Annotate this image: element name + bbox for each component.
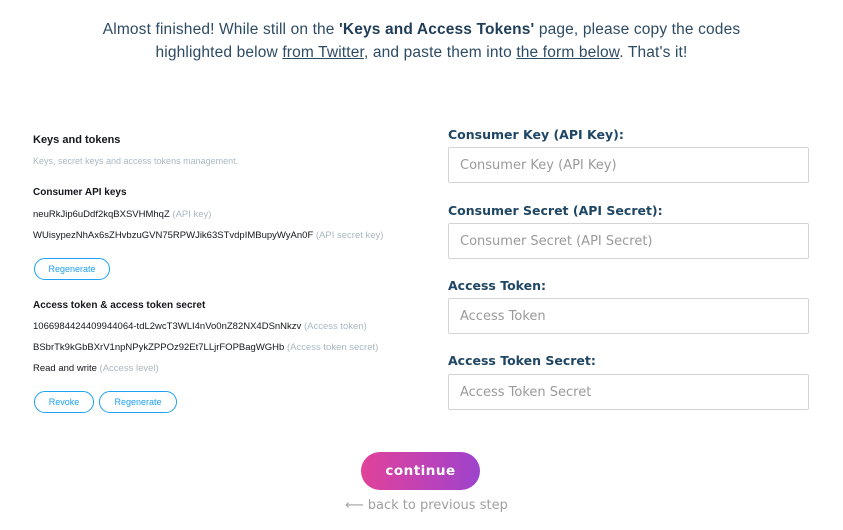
regenerate-access-button[interactable]: Regenerate	[99, 391, 177, 413]
continue-button[interactable]: continue	[361, 452, 480, 490]
the-form-below-link[interactable]: the form below	[516, 44, 619, 61]
api-key-value: neuRkJip6uDdf2kqBXSVHMhqZ	[33, 209, 170, 220]
api-key-note: (API key)	[172, 209, 212, 220]
consumer-api-keys-heading: Consumer API keys	[33, 187, 127, 198]
access-token-heading: Access token & access token secret	[33, 300, 206, 311]
consumer-key-input[interactable]	[448, 147, 809, 183]
access-token-secret-label: Access Token Secret:	[448, 353, 596, 368]
access-token-input[interactable]	[448, 298, 809, 334]
back-to-previous-step-link[interactable]: ⟵ back to previous step	[345, 498, 508, 513]
from-twitter-link[interactable]: from Twitter	[282, 44, 364, 61]
access-secret-value: BSbrTk9kGbBXrV1npNPykZPPOz92Et7LLjrFOPBa…	[33, 342, 285, 353]
access-level-row: Read and write (Access level)	[33, 363, 159, 374]
keys-and-tokens-title: Keys and tokens	[33, 134, 121, 146]
api-secret-value: WUisypezNhAx6sZHvbzuGVN75RPWJik63STvdpIM…	[33, 230, 314, 241]
left-arrow-icon: ⟵	[345, 498, 364, 513]
access-token-value: 1066984424409944064-tdL2wcT3WLI4nVo0nZ82…	[33, 321, 302, 332]
access-secret-row: BSbrTk9kGbBXrV1npNPykZPPOz92Et7LLjrFOPBa…	[33, 342, 378, 353]
access-secret-note: (Access token secret)	[286, 342, 379, 353]
access-token-row: 1066984424409944064-tdL2wcT3WLI4nVo0nZ82…	[33, 321, 367, 332]
api-secret-note: (API secret key)	[315, 230, 384, 241]
api-key-row: neuRkJip6uDdf2kqBXSVHMhqZ (API key)	[33, 209, 211, 220]
consumer-secret-input[interactable]	[448, 223, 809, 259]
access-level-value: Read and write	[33, 363, 97, 374]
regenerate-consumer-button[interactable]: Regenerate	[34, 258, 110, 280]
page-name-highlight: 'Keys and Access Tokens'	[339, 21, 535, 38]
consumer-secret-label: Consumer Secret (API Secret):	[448, 203, 663, 218]
access-token-note: (Access token)	[303, 321, 367, 332]
access-token-label: Access Token:	[448, 278, 547, 293]
keys-subtitle: Keys, secret keys and access tokens mana…	[33, 156, 239, 166]
consumer-key-label: Consumer Key (API Key):	[448, 127, 624, 142]
instructions-text: Almost finished! While still on the 'Key…	[102, 21, 741, 61]
access-level-note: (Access level)	[99, 363, 159, 374]
access-token-secret-input[interactable]	[448, 374, 809, 410]
api-secret-row: WUisypezNhAx6sZHvbzuGVN75RPWJik63STvdpIM…	[33, 230, 383, 241]
revoke-button[interactable]: Revoke	[34, 391, 94, 413]
